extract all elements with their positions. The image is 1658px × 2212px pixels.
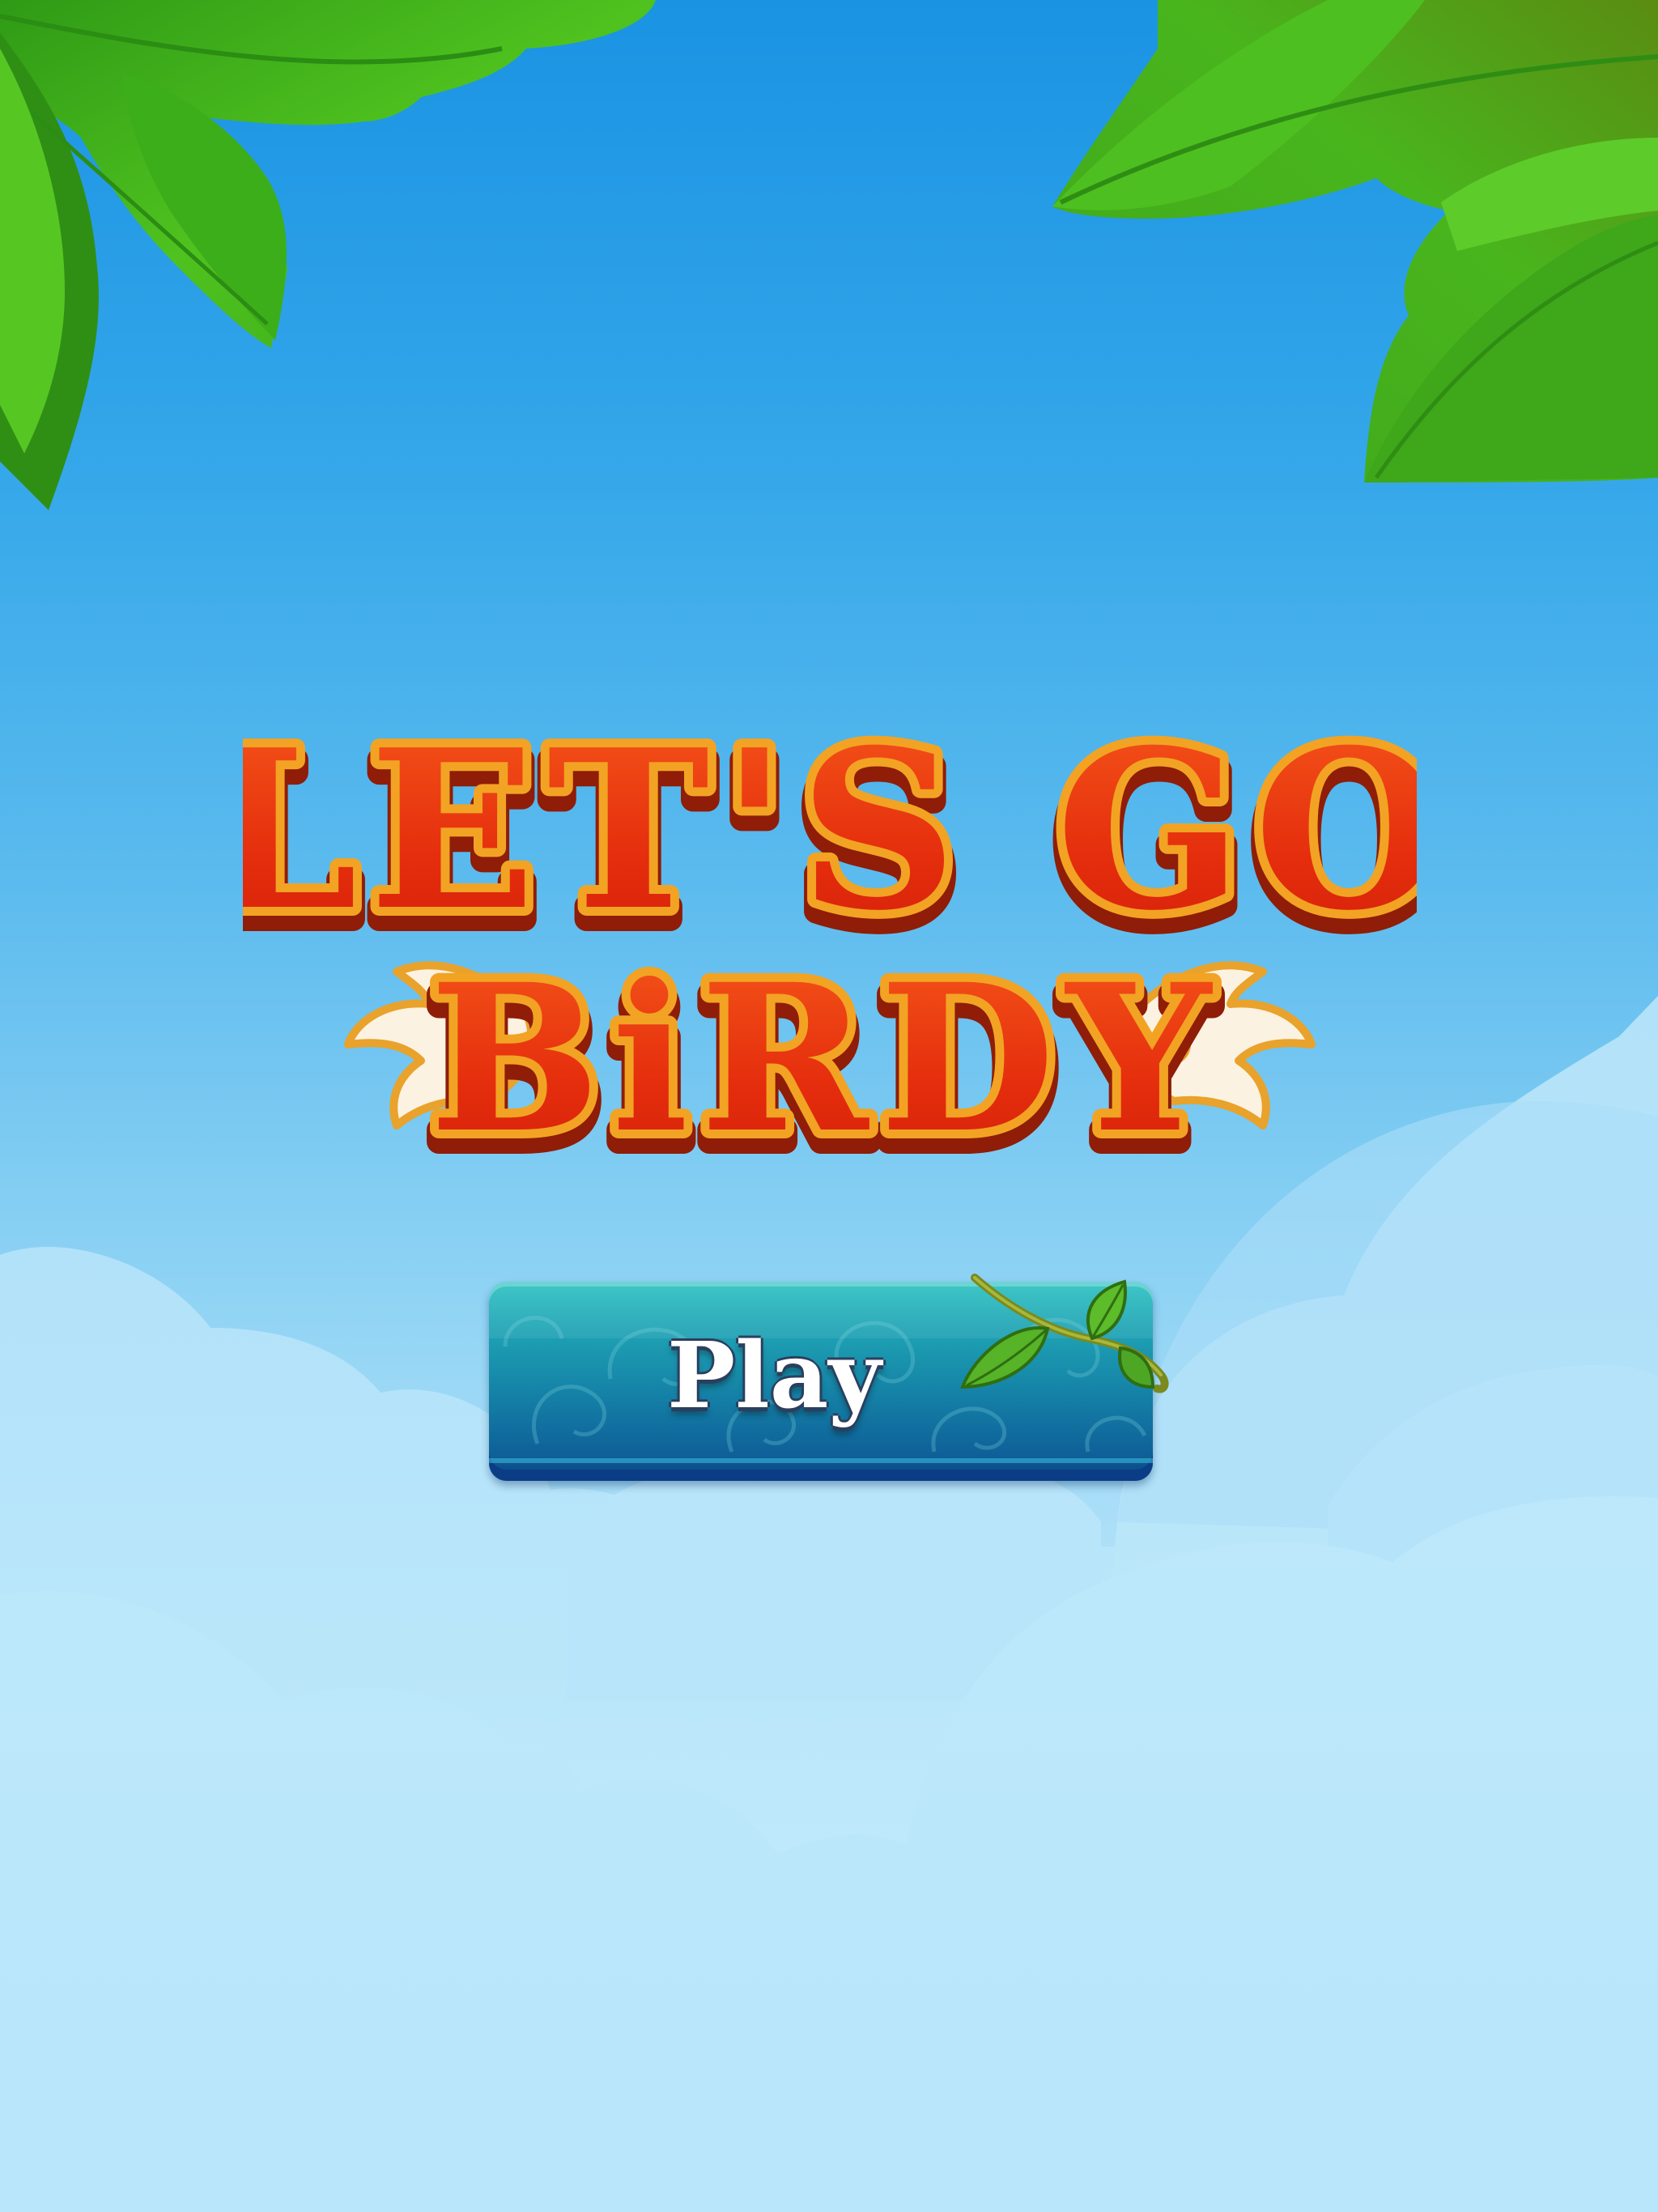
- leaf-icon: [1118, 1346, 1155, 1389]
- leaf-icon: [1052, 0, 1658, 483]
- title-line-2: BiRDY: [429, 939, 1222, 1177]
- leaf-icon: [0, 0, 656, 510]
- title-screen: LET'S GO LET'S GO BiRDY BiRDY Play: [0, 0, 1658, 2212]
- leaf-icon: [1086, 1279, 1127, 1341]
- vine-icon: [960, 1274, 1169, 1393]
- leaf-icon: [960, 1325, 1050, 1389]
- play-button-label: Play: [667, 1323, 882, 1429]
- play-button[interactable]: Play: [489, 1274, 1169, 1481]
- title-line-1: LET'S GO: [243, 713, 1417, 959]
- game-logo: LET'S GO LET'S GO BiRDY BiRDY: [243, 713, 1417, 1202]
